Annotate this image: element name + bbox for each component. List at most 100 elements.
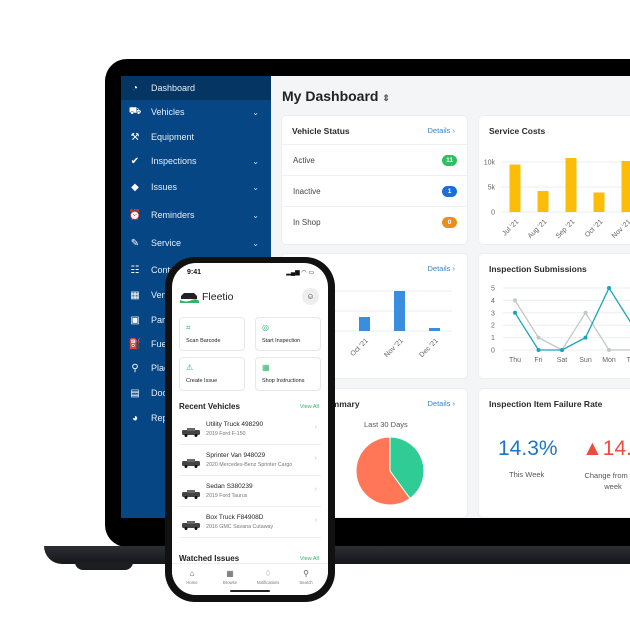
bar[interactable] [565,158,577,212]
y-tick-label: 3 [491,310,495,317]
shop-instructions-button[interactable]: ▦ Shop Instructions [255,357,321,391]
chevron-down-icon[interactable]: ⌄ [252,211,259,220]
service-costs-chart: 0 5k 10k Jul '21 Aug '21 Sep '21 Oct '21 Nov '2… [484,158,630,240]
sidebar-item-inspections[interactable]: ✔ Inspections ⌄ [121,149,271,173]
pie-chart-icon: ◕ [131,412,139,424]
issue-diamond-icon: ◆ [131,181,139,193]
change-label: Change from last week [584,471,630,491]
status-count-badge: 11 [442,154,457,166]
check-circle-icon: ✔ [130,155,140,167]
x-tick-label: Fri [534,357,543,364]
data-point[interactable] [513,310,517,315]
sidebar-item-vehicles[interactable]: ⛟ Vehicles ⌄ [121,100,271,124]
vehicle-description: 2019 Ford F-150 [206,431,246,437]
bar[interactable] [429,328,440,331]
status-label: Inactive [293,186,321,196]
failure-rate-card: Inspection Item Failure Rate 14.3% This … [479,389,630,517]
vehicle-status-row[interactable]: In Shop 0 [282,206,467,237]
vehicle-list-item[interactable]: Sprinter Van 948029 2020 Mercedes-Benz Sp… [179,445,321,476]
x-tick-label: Oct '21 [349,337,370,358]
start-inspection-button[interactable]: ◎ Start Inspection [255,317,321,351]
check-circle-icon: ◎ [262,323,269,332]
card-title: Inspection Submissions [489,264,587,274]
page-title-text: My Dashboard [282,88,379,104]
bar[interactable] [593,192,605,213]
barcode-scan-icon: ⌗ [186,323,191,332]
alarm-clock-icon: ⏰ [128,209,142,221]
card-title: Service Costs [489,126,546,136]
dashboard-switch-icon[interactable]: ⇕ [382,93,390,103]
vehicle-status-row[interactable]: Inactive 1 [282,175,467,206]
vehicle-list-item[interactable]: Sedan S380239 2019 Ford Taurus › [179,476,321,507]
card-title: Vehicle Status [292,126,350,136]
data-point[interactable] [560,348,564,352]
document-icon: ▤ [130,387,140,399]
x-tick-label: Sat [557,357,568,364]
y-tick-label: 4 [491,298,495,305]
sidebar-item-reminders[interactable]: ⏰ Reminders ⌄ [121,203,271,227]
view-all-vehicles-link[interactable]: View All [300,404,319,410]
chevron-down-icon[interactable]: ⌄ [252,157,259,166]
x-tick-label: Tue [627,357,630,364]
sidebar-item-equipment[interactable]: ⚒ Equipment [121,125,271,149]
brand-name: Fleetio [202,291,234,303]
grid-icon: ▦ [226,569,234,578]
create-issue-button[interactable]: ⚠ Create Issue [179,357,245,391]
tab-home[interactable]: ⌂ Home [173,569,211,585]
data-point[interactable] [607,286,611,290]
view-all-issues-link[interactable]: View All [300,556,319,562]
store-icon: ▦ [130,289,140,301]
x-tick-label: Nov '21 [383,337,405,359]
chevron-right-icon: › [314,517,317,524]
data-point[interactable] [536,335,541,340]
vehicle-list-item[interactable]: Box Truck F84908D 2016 GMC Savana Cutaway… [179,507,321,538]
profile-avatar-icon[interactable]: ☺ [302,288,319,305]
vehicle-description: 2020 Mercedes-Benz Sprinter Cargo [206,462,293,468]
fleetio-logo-icon [180,293,199,303]
map-pin-icon: ⚲ [131,362,139,374]
bar[interactable] [621,161,630,212]
page-title[interactable]: My Dashboard ⇕ [282,88,390,104]
quick-action-label: Create Issue [186,378,218,384]
equipment-icon: ⚒ [130,131,140,143]
sidebar-item-issues[interactable]: ◆ Issues ⌄ [121,175,271,199]
this-week-value: 14.3% [498,437,558,460]
mobile-app: 9:41 ▂▄▆ ◠ ▭ Fleetio ☺ ⌗ Scan Barcode ◎ Sta… [172,263,328,595]
data-point[interactable] [583,335,588,340]
y-tick-label: 0 [491,348,495,355]
bar[interactable] [509,164,521,213]
details-link[interactable]: Details › [427,126,455,135]
vehicle-list-item[interactable]: Utility Truck 498290 2019 Ford F-150 › [179,414,321,445]
bar[interactable] [537,191,549,212]
tab-search[interactable]: ⚲ Search [287,569,325,585]
recent-vehicles-heading: Recent Vehicles [179,402,240,411]
tab-browse[interactable]: ▦ Browse [211,569,249,585]
chevron-down-icon[interactable]: ⌄ [252,183,259,192]
change-value: ▲14.3% [582,437,630,460]
tab-notifications[interactable]: ♢ Notifications [249,569,287,585]
quick-action-label: Shop Instructions [262,378,305,384]
vehicle-description: 2019 Ford Taurus [206,493,248,499]
box-icon: ▣ [130,314,140,326]
data-point[interactable] [513,298,517,303]
chevron-down-icon[interactable]: ⌄ [252,108,259,117]
bell-icon: ♢ [264,569,272,578]
sidebar-item-label: Reminders [151,210,195,220]
x-tick-label: Nov '21 [611,218,630,240]
chevron-right-icon: › [314,455,317,462]
data-point[interactable] [583,310,588,315]
sidebar-item-service[interactable]: ✎ Service ⌄ [121,231,271,255]
data-point[interactable] [536,348,541,352]
data-point[interactable] [607,348,611,352]
details-link[interactable]: Details › [427,399,455,408]
bar[interactable] [359,317,370,331]
bar[interactable] [394,291,405,331]
sidebar-item-dashboard[interactable]: ◔ Dashboard [121,76,271,100]
vehicle-thumbnail [181,455,201,468]
status-count-badge: 0 [442,216,457,228]
status-time: 9:41 [187,269,202,276]
scan-barcode-button[interactable]: ⌗ Scan Barcode [179,317,245,351]
vehicle-status-row[interactable]: Active 11 [282,144,467,175]
chevron-down-icon[interactable]: ⌄ [252,239,259,248]
details-link[interactable]: Details › [427,264,455,273]
